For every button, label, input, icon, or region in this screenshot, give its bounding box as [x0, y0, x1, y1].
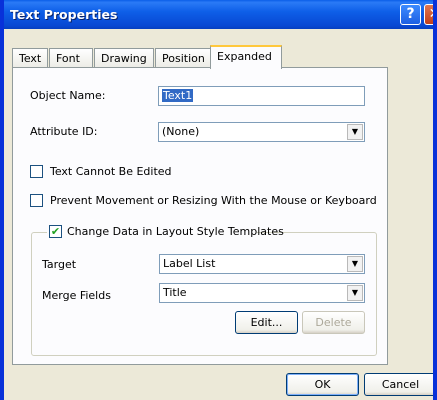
attribute-id-value: (None): [162, 125, 200, 138]
change-data-checkbox[interactable]: ✔: [49, 225, 62, 238]
help-button[interactable]: ?: [400, 4, 421, 25]
help-icon: ?: [406, 6, 415, 22]
close-button[interactable]: ✕: [424, 4, 433, 25]
tab-expanded[interactable]: Expanded: [210, 45, 282, 69]
target-value: Label List: [163, 257, 216, 270]
object-name-label: Object Name:: [30, 89, 106, 102]
merge-fields-label: Merge Fields: [42, 289, 111, 302]
chevron-down-icon[interactable]: ▼: [347, 285, 363, 301]
attribute-id-select[interactable]: (None) ▼: [158, 122, 365, 142]
target-select[interactable]: Label List ▼: [159, 254, 365, 274]
group-legend: ✔ Change Data in Layout Style Templates: [47, 225, 284, 239]
merge-fields-value: Title: [163, 286, 187, 299]
prevent-movement-label: Prevent Movement or Resizing With the Mo…: [50, 194, 377, 207]
chevron-down-icon[interactable]: ▼: [347, 124, 363, 140]
text-cannot-be-edited-checkbox[interactable]: [30, 165, 43, 178]
attribute-id-label: Attribute ID:: [30, 125, 98, 138]
tab-position[interactable]: Position: [155, 48, 211, 68]
delete-button[interactable]: Delete: [302, 311, 365, 334]
dialog-title: Text Properties: [10, 7, 118, 22]
ok-button[interactable]: OK: [286, 373, 359, 396]
object-name-field[interactable]: Text1: [158, 86, 365, 106]
object-name-value: Text1: [162, 89, 194, 102]
tab-text[interactable]: Text: [12, 48, 48, 68]
cancel-button[interactable]: Cancel: [364, 373, 433, 396]
expanded-tab-panel: Object Name: Text1 Attribute ID: (None) …: [12, 67, 388, 365]
text-properties-dialog: Text Properties ? ✕ Text Font Drawing Po…: [0, 0, 437, 400]
text-cannot-be-edited-label: Text Cannot Be Edited: [50, 165, 172, 178]
edit-button[interactable]: Edit...: [235, 311, 298, 334]
chevron-down-icon[interactable]: ▼: [347, 256, 363, 272]
merge-fields-select[interactable]: Title ▼: [159, 283, 365, 303]
change-data-label: Change Data in Layout Style Templates: [67, 225, 284, 238]
close-icon: ✕: [429, 6, 433, 22]
target-label: Target: [42, 258, 77, 271]
prevent-movement-checkbox[interactable]: [30, 194, 43, 207]
tab-drawing[interactable]: Drawing: [94, 48, 154, 68]
tab-font[interactable]: Font: [49, 48, 93, 68]
title-bar[interactable]: Text Properties ? ✕: [4, 0, 433, 29]
checkmark-icon: ✔: [50, 225, 61, 238]
